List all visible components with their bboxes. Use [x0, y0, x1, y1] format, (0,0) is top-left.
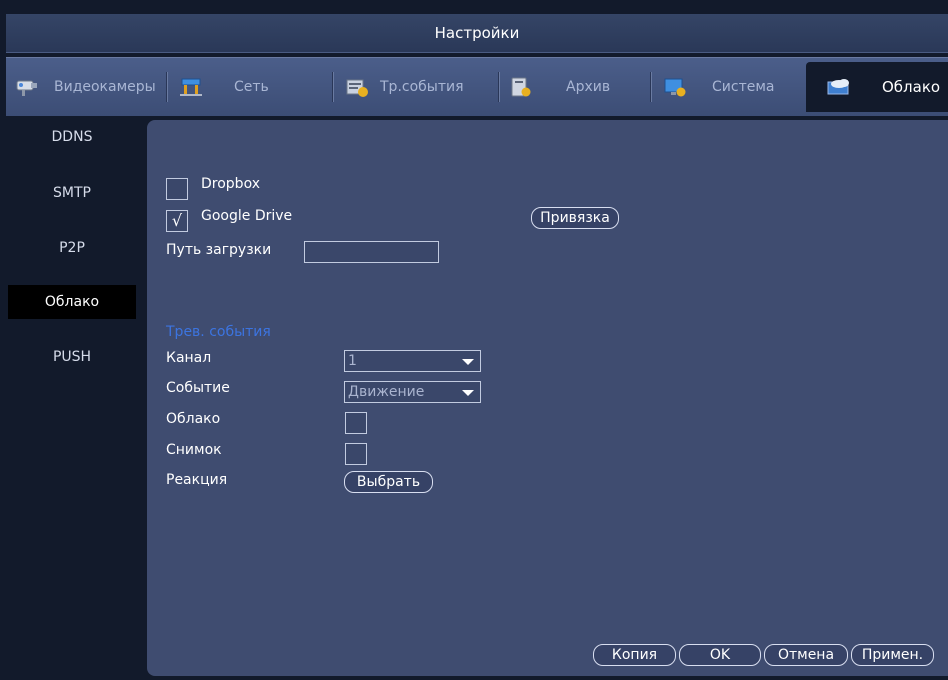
- settings-panel: [147, 120, 948, 676]
- snapshot-checkbox[interactable]: [345, 443, 367, 465]
- dropbox-label: Dropbox: [201, 176, 260, 192]
- tab-storage[interactable]: Архив: [508, 64, 648, 110]
- window-title-bar: Настройки: [6, 14, 948, 53]
- ok-button[interactable]: OK: [679, 644, 761, 666]
- snapshot-label: Снимок: [166, 442, 222, 458]
- sidebar-item-ddns[interactable]: DDNS: [8, 120, 136, 154]
- upload-path-label: Путь загрузки: [166, 242, 272, 258]
- tab-network[interactable]: Сеть: [178, 64, 328, 110]
- reaction-select-button[interactable]: Выбрать: [344, 471, 433, 493]
- check-mark-icon: √: [171, 211, 183, 230]
- dropbox-checkbox[interactable]: [166, 178, 188, 200]
- upload-path-input[interactable]: [304, 241, 439, 263]
- camera-icon: [16, 80, 37, 96]
- chevron-down-icon: [462, 359, 474, 365]
- chevron-down-icon: [462, 390, 474, 396]
- cancel-button[interactable]: Отмена: [764, 644, 848, 666]
- tab-separator: [498, 72, 500, 102]
- window-title: Настройки: [434, 24, 520, 42]
- reaction-label: Реакция: [166, 472, 228, 488]
- tab-separator: [332, 72, 334, 102]
- system-icon: [664, 78, 686, 97]
- sidebar-item-smtp[interactable]: SMTP: [8, 176, 136, 210]
- bind-button[interactable]: Привязка: [531, 207, 619, 229]
- sidebar-item-push[interactable]: PUSH: [8, 340, 136, 374]
- event-select[interactable]: Движение: [344, 381, 481, 403]
- alarm-events-icon: [346, 79, 368, 97]
- event-label: Событие: [166, 380, 230, 396]
- tab-separator: [650, 72, 652, 102]
- apply-button[interactable]: Примен.: [851, 644, 934, 666]
- cloud-icon: [827, 79, 849, 95]
- tab-bar: Видеокамеры Сеть Тр.события Архив Систем…: [6, 57, 948, 116]
- tab-alarm-events[interactable]: Тр.события: [344, 64, 494, 110]
- tab-cloud[interactable]: Облако: [806, 62, 948, 112]
- channel-label: Канал: [166, 350, 212, 366]
- google-drive-label: Google Drive: [201, 208, 293, 224]
- tab-system[interactable]: Система: [662, 64, 802, 110]
- copy-button[interactable]: Копия: [593, 644, 676, 666]
- alarm-cloud-checkbox[interactable]: [345, 412, 367, 434]
- tab-separator: [166, 72, 168, 102]
- network-icon: [180, 78, 202, 96]
- tab-cameras[interactable]: Видеокамеры: [14, 64, 160, 110]
- channel-select[interactable]: 1: [344, 350, 481, 372]
- storage-icon: [511, 77, 531, 97]
- alarm-cloud-label: Облако: [166, 411, 221, 427]
- alarm-section-title: Трев. события: [166, 324, 271, 340]
- sidebar-item-cloud[interactable]: Облако: [8, 285, 136, 319]
- google-drive-checkbox[interactable]: √: [166, 210, 188, 232]
- sidebar-item-p2p[interactable]: P2P: [8, 231, 136, 265]
